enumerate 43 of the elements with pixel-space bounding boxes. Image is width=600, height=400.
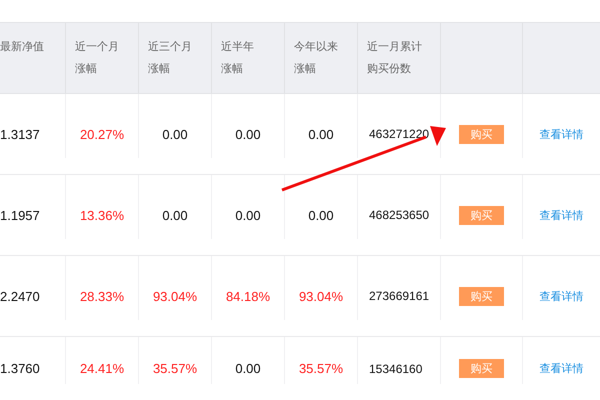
table-cell: 93.04% [152,288,198,304]
column-header: 最新净值 [0,39,44,55]
column-header: 涨幅 [75,61,97,77]
table-cell: 93.04% [298,288,344,304]
table-cell: 28.33% [80,288,124,304]
column-header: 近一个月 [75,39,119,55]
table-cell: 0.00 [235,126,261,142]
column-header: 涨幅 [221,61,243,77]
details-link[interactable]: 查看详情 [540,288,584,304]
column-header: 购买份数 [367,61,411,77]
table-cell: 35.57% [152,361,198,376]
table-cell: 0.00 [308,208,334,222]
table-cell: 0.00 [235,208,261,222]
table-cell: 24.41% [80,361,124,376]
table-cell: 468253650 [369,208,430,222]
table-cell: 1.3137 [0,126,40,142]
table-cell: 13.36% [80,208,124,222]
table-cell: 0.00 [308,126,334,142]
buy-button[interactable]: 购买 [459,206,504,224]
details-link[interactable]: 查看详情 [540,126,584,142]
table-cell: 35.57% [298,361,344,376]
table-cell: 2.2470 [0,288,40,304]
buy-button[interactable]: 购买 [459,286,504,306]
table-cell: 273669161 [369,289,430,303]
table-cell: 20.27% [80,126,124,142]
buy-button[interactable]: 购买 [459,359,504,378]
column-header: 近三个月 [148,39,192,55]
table-cell: 463271220 [369,127,430,141]
column-header: 涨幅 [148,61,170,77]
table-cell: 1.1957 [0,208,40,222]
table-cell: 0.00 [162,126,188,142]
details-link[interactable]: 查看详情 [540,208,584,222]
table-cell: 0.00 [235,361,261,376]
table-cell: 84.18% [226,288,270,304]
buy-button[interactable]: 购买 [459,124,504,144]
column-header: 今年以来 [294,39,338,55]
table-cell: 15346160 [369,362,422,376]
details-link[interactable]: 查看详情 [540,361,584,376]
table-cell: 0.00 [162,208,188,222]
table-cell: 1.3760 [0,361,40,376]
column-header: 近一月累计 [367,39,422,55]
column-header: 涨幅 [294,61,316,77]
column-header: 近半年 [221,39,254,55]
